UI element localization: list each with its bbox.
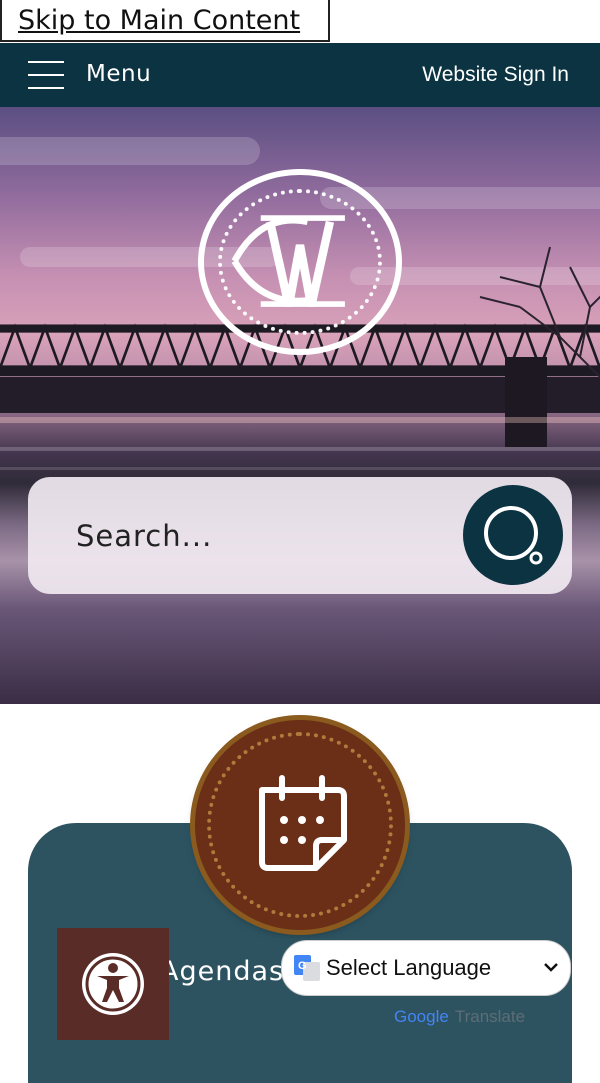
city-seal-logo-icon[interactable] [198, 169, 402, 355]
powered-by-google-translate: Google Translate [394, 1007, 525, 1027]
svg-text:G: G [298, 960, 307, 972]
translate-wordmark[interactable]: Translate [455, 1007, 525, 1026]
skip-to-main-content-link[interactable]: Skip to Main Content [0, 0, 330, 42]
website-sign-in-link[interactable]: Website Sign In [422, 63, 569, 87]
search-input[interactable] [74, 513, 438, 559]
site-search-box [28, 477, 572, 594]
agendas-label[interactable]: Agendas [160, 956, 284, 987]
language-select[interactable]: G Select Language [281, 940, 571, 996]
google-wordmark: Google [394, 1007, 449, 1026]
calendar-icon [259, 775, 347, 871]
accessibility-button[interactable] [57, 928, 169, 1040]
google-translate-icon: G [294, 955, 320, 981]
language-select-value: Select Language [326, 955, 492, 980]
menu-button-label[interactable]: Menu [86, 61, 151, 87]
search-icon [484, 506, 543, 565]
search-button[interactable] [463, 485, 563, 585]
hero-banner [0, 107, 600, 704]
hamburger-menu-icon[interactable] [28, 61, 64, 89]
top-navigation-bar: Menu Website Sign In [0, 43, 600, 107]
chevron-down-icon [544, 963, 558, 972]
tree-branches [479, 246, 600, 379]
agendas-badge[interactable] [195, 720, 405, 930]
accessibility-icon [82, 953, 144, 1015]
